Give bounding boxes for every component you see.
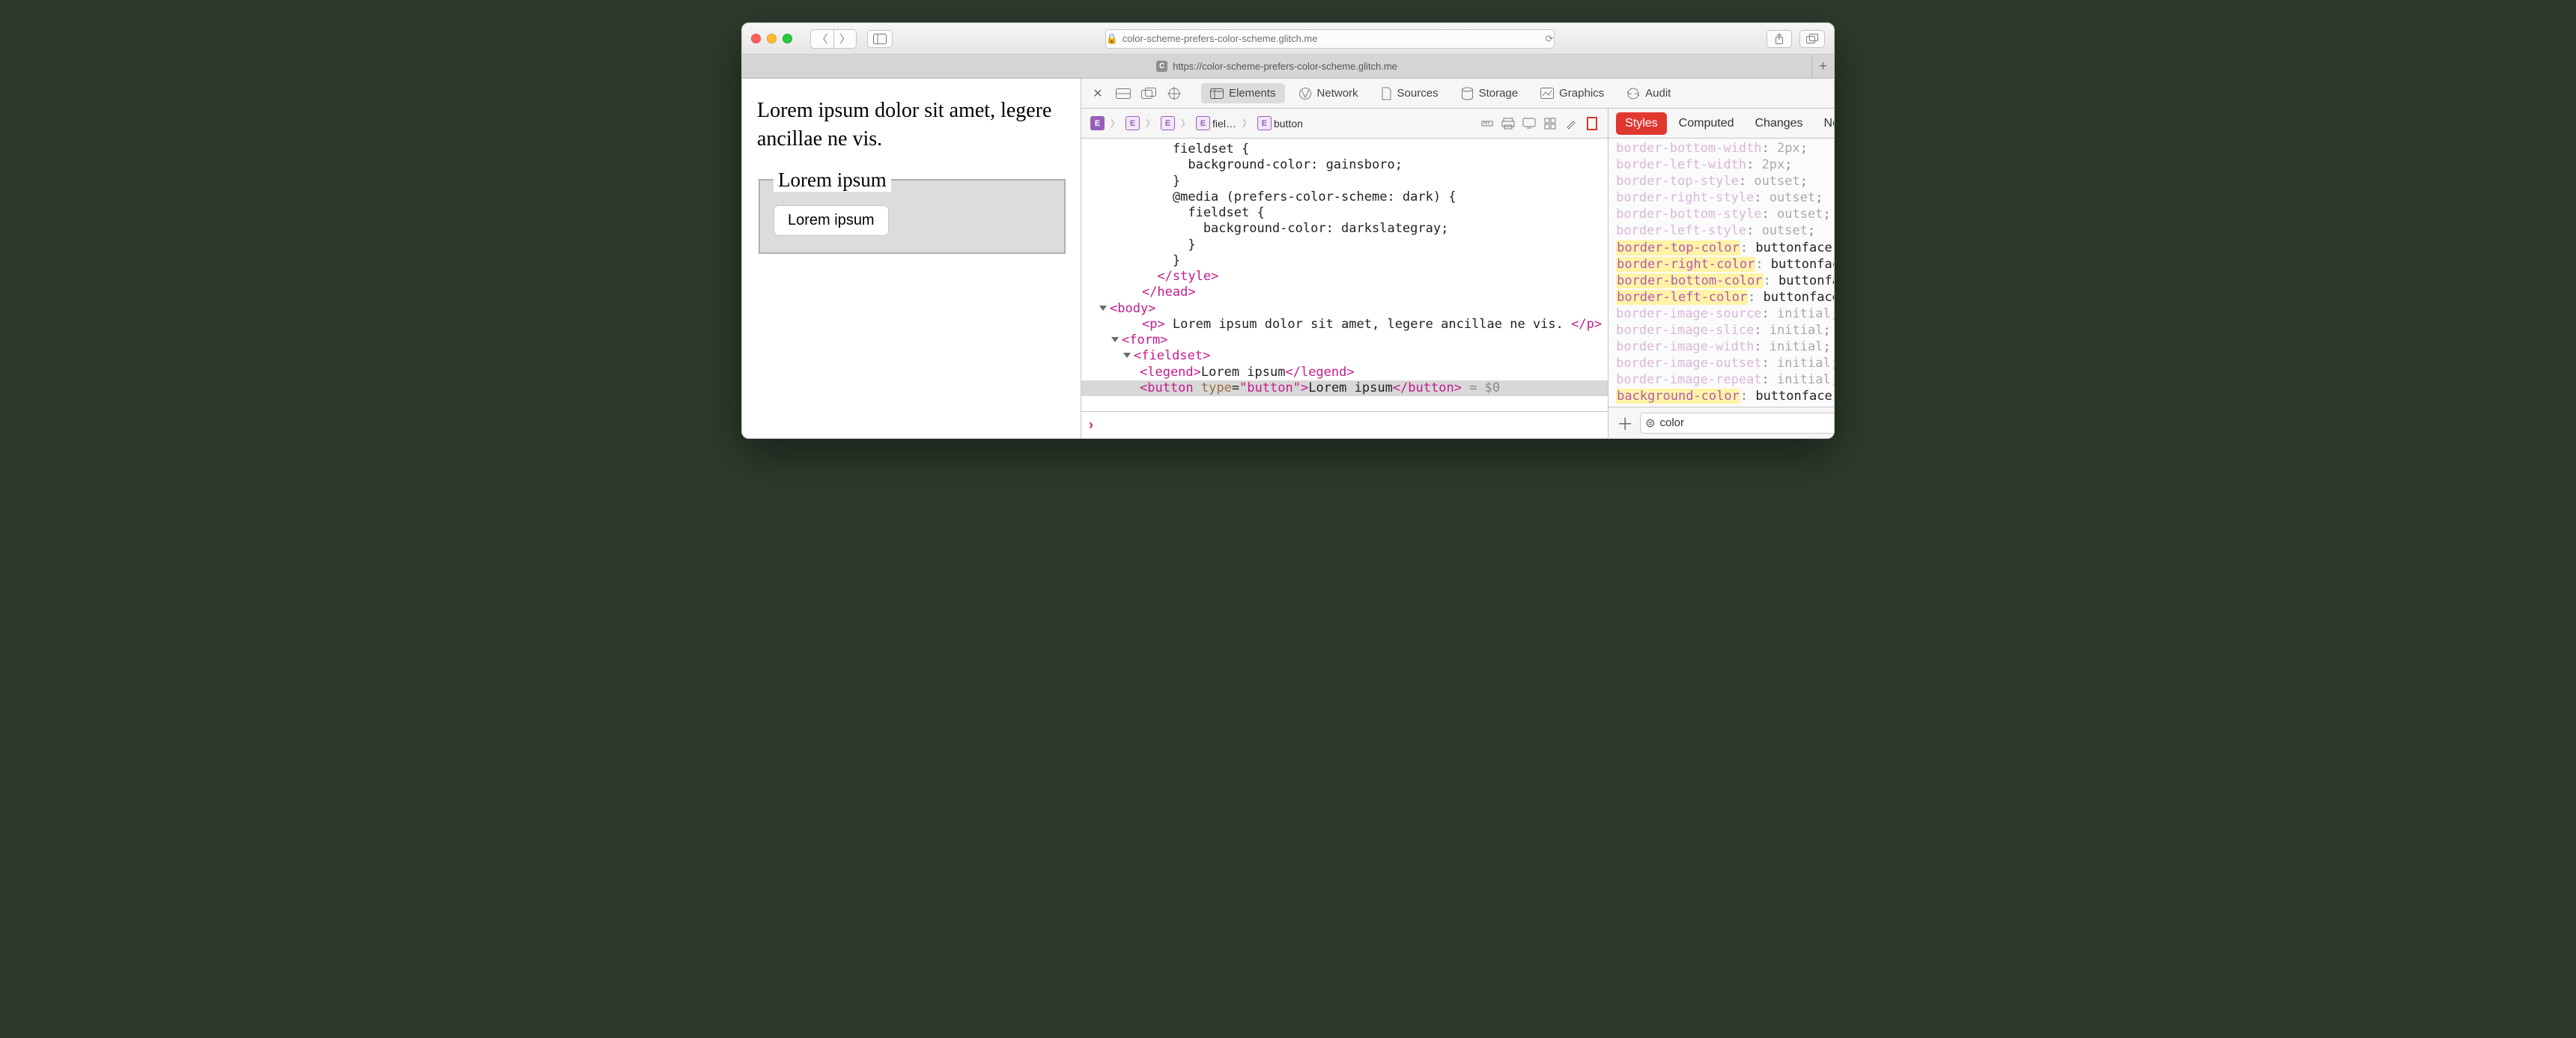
- close-window-button[interactable]: [751, 34, 761, 43]
- style-row[interactable]: border-bottom-color: buttonface;: [1609, 273, 1835, 289]
- tab-network[interactable]: Network: [1289, 83, 1367, 104]
- tab-changes[interactable]: Changes: [1746, 112, 1811, 135]
- lock-icon: 🔒: [1106, 33, 1118, 45]
- styles-list[interactable]: border-bottom-width: 2px;border-left-wid…: [1609, 139, 1835, 407]
- page-legend: Lorem ipsum: [774, 169, 891, 192]
- dom-breadcrumbs: E 〉 E 〉 E 〉 Efiel… 〉 Ebutton: [1081, 109, 1608, 139]
- style-row[interactable]: border-image-slice: initial;: [1609, 322, 1835, 339]
- grid-icon[interactable]: [1540, 114, 1560, 133]
- compositing-icon[interactable]: [1582, 114, 1602, 133]
- tab-computed[interactable]: Computed: [1670, 112, 1743, 135]
- console-drawer[interactable]: ›: [1081, 411, 1608, 438]
- tabs-icon: [1806, 34, 1818, 44]
- crumb-fieldset[interactable]: Efiel…: [1193, 114, 1239, 133]
- style-row[interactable]: border-bottom-style: outset;: [1609, 206, 1835, 222]
- audit-icon: [1626, 88, 1640, 100]
- elements-icon: [1210, 88, 1224, 99]
- graphics-icon: [1540, 88, 1554, 99]
- crumb-form[interactable]: E: [1158, 114, 1178, 133]
- browser-window: 〈 〉 🔒 color-scheme-prefers-color-scheme.…: [741, 22, 1835, 439]
- styles-filter-input[interactable]: ⊜ color ✕: [1640, 413, 1835, 434]
- favicon: C: [1156, 61, 1167, 72]
- ruler-icon[interactable]: [1477, 114, 1497, 133]
- tab-sources[interactable]: Sources: [1372, 83, 1448, 104]
- filter-value: color: [1659, 416, 1835, 429]
- style-row[interactable]: border-left-width: 2px;: [1609, 157, 1835, 173]
- print-icon[interactable]: [1498, 114, 1518, 133]
- paint-icon[interactable]: [1561, 114, 1581, 133]
- minimize-window-button[interactable]: [767, 34, 777, 43]
- styles-panel: Styles Computed Changes Node Layers bord…: [1609, 109, 1835, 438]
- crumb-body[interactable]: E: [1123, 114, 1143, 133]
- devtools: ✕ Elements Network: [1081, 79, 1835, 438]
- new-tab-button[interactable]: +: [1811, 55, 1834, 78]
- page-form: Lorem ipsum Lorem ipsum: [757, 169, 1066, 254]
- style-row[interactable]: border-right-style: outset;: [1609, 189, 1835, 206]
- add-rule-button[interactable]: ＋: [1616, 411, 1634, 435]
- style-row[interactable]: border-image-repeat: initial;: [1609, 371, 1835, 388]
- forward-button[interactable]: 〉: [833, 30, 856, 48]
- titlebar: 〈 〉 🔒 color-scheme-prefers-color-scheme.…: [742, 23, 1834, 55]
- tab-graphics[interactable]: Graphics: [1531, 83, 1613, 103]
- devtools-tabbar: ✕ Elements Network: [1081, 79, 1835, 109]
- sources-icon: [1381, 87, 1392, 100]
- inspect-target-icon[interactable]: [1164, 83, 1185, 104]
- tab-strip: C https://color-scheme-prefers-color-sch…: [742, 55, 1834, 79]
- styles-footer: ＋ ⊜ color ✕ Classes: [1609, 407, 1835, 438]
- share-button[interactable]: [1767, 30, 1792, 48]
- network-icon: [1298, 87, 1312, 100]
- share-icon: [1774, 33, 1784, 45]
- back-button[interactable]: 〈: [811, 30, 833, 48]
- tab-styles[interactable]: Styles: [1616, 112, 1667, 135]
- styles-tabbar: Styles Computed Changes Node Layers: [1609, 109, 1835, 139]
- sidebar-icon: [873, 34, 887, 44]
- page-fieldset: Lorem ipsum Lorem ipsum: [759, 169, 1066, 254]
- console-prompt-icon: ›: [1089, 417, 1093, 433]
- address-host: color-scheme-prefers-color-scheme.glitch…: [1123, 33, 1318, 44]
- crumb-button[interactable]: Ebutton: [1254, 114, 1306, 133]
- dom-tree[interactable]: fieldset { background-color: gainsboro; …: [1081, 139, 1608, 411]
- style-row[interactable]: border-bottom-width: 2px;: [1609, 140, 1835, 157]
- style-row[interactable]: background-color: buttonface;: [1609, 388, 1835, 404]
- style-row[interactable]: border-top-color: buttonface;: [1609, 240, 1835, 256]
- tab-storage[interactable]: Storage: [1452, 83, 1528, 104]
- tab-node[interactable]: Node: [1815, 112, 1835, 135]
- browser-tab[interactable]: C https://color-scheme-prefers-color-sch…: [742, 55, 1811, 78]
- style-row[interactable]: border-top-style: outset;: [1609, 173, 1835, 189]
- tab-audit[interactable]: Audit: [1617, 83, 1680, 103]
- style-row[interactable]: border-left-color: buttonface;: [1609, 289, 1835, 306]
- filter-icon: ⊜: [1645, 416, 1655, 431]
- sidebar-toggle-button[interactable]: [867, 30, 893, 48]
- dom-selected-line[interactable]: <button type="button">Lorem ipsum</butto…: [1081, 380, 1608, 396]
- page-button[interactable]: Lorem ipsum: [774, 205, 889, 236]
- dock-side-icon[interactable]: [1113, 83, 1134, 104]
- style-row[interactable]: border-right-color: buttonface;: [1609, 256, 1835, 273]
- storage-icon: [1461, 87, 1474, 100]
- close-devtools-button[interactable]: ✕: [1087, 83, 1108, 104]
- style-row[interactable]: border-image-outset: initial;: [1609, 355, 1835, 371]
- tab-elements[interactable]: Elements: [1201, 83, 1285, 103]
- content-area: Lorem ipsum dolor sit amet, legere ancil…: [742, 79, 1834, 438]
- dock-pop-icon[interactable]: [1138, 83, 1159, 104]
- crumb-html[interactable]: E: [1087, 114, 1108, 133]
- zoom-window-button[interactable]: [783, 34, 792, 43]
- reload-icon[interactable]: ⟳: [1546, 33, 1554, 45]
- tabs-overview-button[interactable]: [1799, 30, 1825, 48]
- nav-arrows: 〈 〉: [810, 29, 857, 49]
- elements-panel: E 〉 E 〉 E 〉 Efiel… 〉 Ebutton: [1081, 109, 1609, 438]
- tab-title: https://color-scheme-prefers-color-schem…: [1173, 61, 1397, 72]
- page-paragraph: Lorem ipsum dolor sit amet, legere ancil…: [757, 97, 1066, 154]
- device-icon[interactable]: [1519, 114, 1539, 133]
- style-row[interactable]: border-left-style: outset;: [1609, 222, 1835, 239]
- address-bar[interactable]: 🔒 color-scheme-prefers-color-scheme.glit…: [1105, 29, 1555, 49]
- rendered-page: Lorem ipsum dolor sit amet, legere ancil…: [742, 79, 1081, 438]
- style-row[interactable]: border-image-source: initial;: [1609, 306, 1835, 322]
- style-row[interactable]: border-image-width: initial;: [1609, 339, 1835, 355]
- window-controls: [751, 34, 792, 43]
